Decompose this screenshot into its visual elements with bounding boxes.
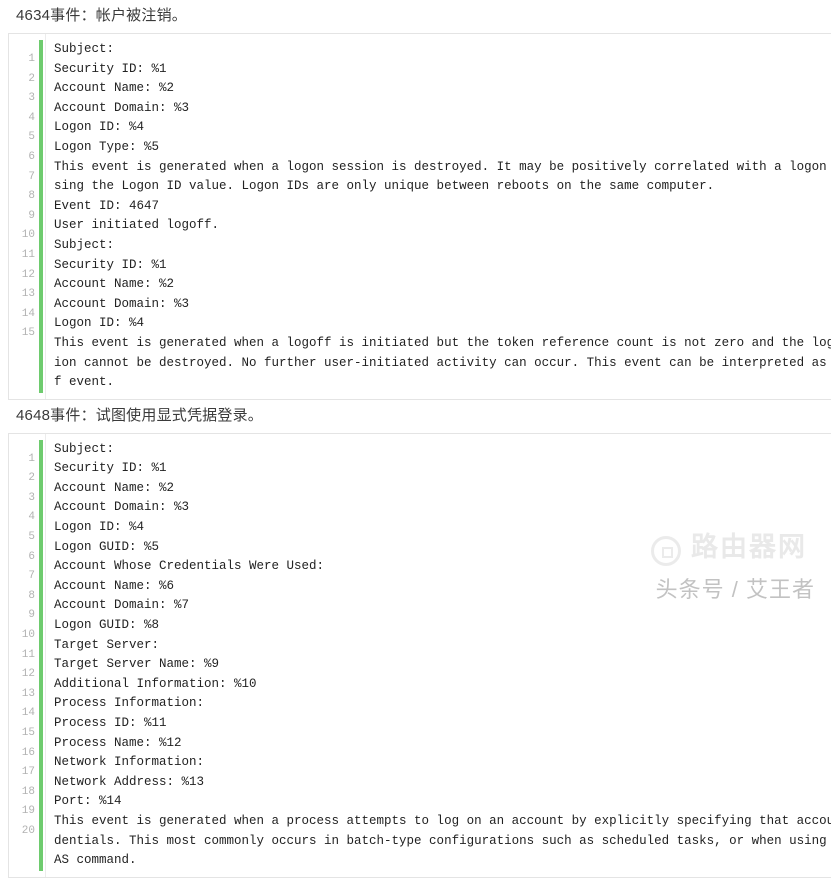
- line-number: 11: [21, 648, 35, 661]
- code-line: Account Domain: %3: [54, 296, 190, 311]
- line-number: 1: [28, 452, 35, 465]
- code-line: Account Whose Credentials Were Used:: [54, 559, 325, 574]
- line-number: 12: [21, 668, 35, 681]
- code-content[interactable]: Subject: Security ID: %1 Account Name: %2 A…: [9, 40, 831, 393]
- code-line: Process Information:: [54, 696, 205, 711]
- code-line: Network Information:: [54, 755, 205, 770]
- code-line: Account Domain: %3: [54, 500, 190, 515]
- code-block: 1 2 3 4 5 6 7 8 9 10 11 12 13 14 15 Subject: Security I…: [8, 33, 831, 400]
- code-line: This event is generated when a logon ses…: [54, 159, 831, 174]
- code-line: Account Name: %2: [54, 277, 175, 292]
- code-line: Security ID: %1: [54, 461, 167, 476]
- line-number: 6: [28, 150, 35, 163]
- line-number: 5: [28, 531, 35, 544]
- code-line: f event.: [54, 375, 115, 390]
- code-line: Logon ID: %4: [54, 316, 145, 331]
- code-line: Subject:: [54, 237, 115, 252]
- line-number: 16: [21, 746, 35, 759]
- line-number: 3: [28, 491, 35, 504]
- code-block: 1 2 3 4 5 6 7 8 9 10 11 12 13 14 15 16 17 18 19 20 Subject:…: [8, 432, 831, 878]
- code-line: Account Name: %2: [54, 480, 175, 495]
- code-line: Target Server Name: %9: [54, 657, 220, 672]
- code-line: Logon Type: %5: [54, 139, 160, 154]
- code-content[interactable]: Subject: Security ID: %1 Account Name: %2 A…: [9, 440, 831, 871]
- line-number: 8: [28, 589, 35, 602]
- line-number: 20: [21, 824, 35, 837]
- line-number: 14: [21, 307, 35, 320]
- line-number: 14: [21, 707, 35, 720]
- code-line: ion cannot be destroyed. No further user…: [54, 355, 831, 370]
- line-number: 13: [21, 288, 35, 301]
- line-number: 10: [21, 229, 35, 242]
- code-line: Subject:: [54, 441, 115, 456]
- code-line: This event is generated when a process a…: [54, 813, 831, 828]
- line-number: 7: [28, 570, 35, 583]
- line-number: 13: [21, 687, 35, 700]
- line-number: 15: [21, 727, 35, 739]
- line-number: 2: [28, 472, 35, 485]
- code-line: This event is generated when a logoff is…: [54, 335, 831, 350]
- code-line: Security ID: %1: [54, 61, 167, 76]
- code-line: Logon ID: %4: [54, 120, 145, 135]
- line-number: 9: [28, 609, 35, 622]
- code-line: Account Domain: %3: [54, 100, 190, 115]
- code-line: sing the Logon ID value. Logon IDs are o…: [54, 179, 715, 194]
- line-number: 8: [28, 190, 35, 203]
- code-line: Process ID: %11: [54, 716, 167, 730]
- code-line: Event ID: 4647: [54, 198, 160, 213]
- code-line: Logon GUID: %5: [54, 539, 160, 554]
- code-line: Logon ID: %4: [54, 520, 145, 535]
- code-line: Logon GUID: %8: [54, 618, 160, 633]
- line-number: 17: [21, 766, 35, 779]
- code-line: Additional Information: %10: [54, 676, 257, 691]
- line-number: 12: [21, 268, 35, 281]
- line-number: 6: [28, 550, 35, 563]
- line-number: 15: [21, 327, 35, 340]
- line-number: 2: [28, 72, 35, 85]
- code-line: Account Name: %2: [54, 81, 175, 96]
- line-number-gutter: 1 2 3 4 5 6 7 8 9 10 11 12 13 14 15 16 17 18 19 20: [9, 450, 35, 842]
- line-number: 1: [28, 53, 35, 65]
- code-line: Security ID: %1: [54, 257, 167, 272]
- section-heading: 4648事件：试图使用显式凭据登录。: [16, 406, 263, 424]
- code-line: Subject:: [54, 42, 115, 56]
- code-line: dentials. This most commonly occurs in b…: [54, 833, 831, 848]
- line-number: 18: [21, 785, 35, 798]
- line-number: 4: [28, 511, 35, 524]
- code-line: Port: %14: [54, 794, 122, 809]
- code-line: User initiated logoff.: [54, 218, 220, 233]
- code-line: Network Address: %13: [54, 774, 205, 789]
- line-number: 7: [28, 170, 35, 183]
- code-line: Target Server:: [54, 637, 160, 652]
- section-heading: 4634事件：帐户被注销。: [16, 7, 187, 24]
- line-number: 9: [28, 209, 35, 222]
- line-number: 11: [21, 248, 35, 261]
- line-number-gutter: 1 2 3 4 5 6 7 8 9 10 11 12 13 14 15: [9, 50, 35, 344]
- code-line: Process Name: %12: [54, 735, 182, 750]
- line-number: 5: [28, 131, 35, 144]
- code-line: Account Domain: %7: [54, 598, 190, 613]
- line-number: 10: [21, 629, 35, 642]
- code-line: AS command.: [54, 853, 137, 868]
- section-4634: 4634事件：帐户被注销。 1 2 3 4 5 6 7 8 9 10 11 12 13 14 15 Subj…: [0, 0, 831, 400]
- code-line: Account Name: %6: [54, 578, 175, 593]
- line-number: 4: [28, 111, 35, 124]
- section-4648: 4648事件：试图使用显式凭据登录。 1 2 3 4 5 6 7 8 9 10 11 12 13 14 15…: [0, 400, 831, 878]
- page-root: 4634事件：帐户被注销。 1 2 3 4 5 6 7 8 9 10 11 12 13 14 15 Subj…: [0, 0, 831, 878]
- line-number: 3: [28, 92, 35, 105]
- line-number: 19: [21, 805, 35, 818]
